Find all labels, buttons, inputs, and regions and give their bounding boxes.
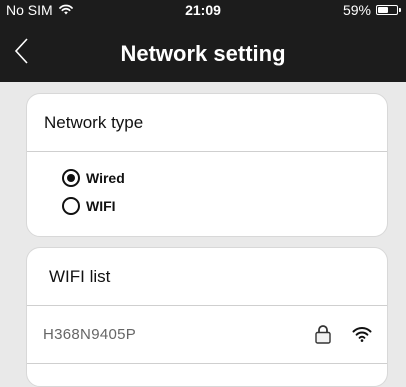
wifi-network-row[interactable]: H368N9405P — [27, 306, 387, 364]
wifi-list-card: WIFI list H368N9405P — [26, 247, 388, 387]
wifi-signal-icon — [352, 326, 372, 347]
battery-percent: 59% — [342, 2, 371, 18]
radio-checked-icon[interactable] — [62, 169, 80, 187]
navigation-bar: Network setting — [0, 24, 406, 82]
wifi-list-header: WIFI list — [27, 248, 387, 306]
network-type-card: Network type Wired WIFI — [26, 93, 388, 237]
network-type-options: Wired WIFI — [27, 152, 387, 220]
page-title: Network setting — [120, 41, 286, 66]
status-bar: No SIM 21:09 59% — [0, 0, 406, 24]
radio-label-wifi: WIFI — [86, 198, 116, 214]
status-bar-right: 59% — [342, 2, 401, 18]
radio-label-wired: Wired — [86, 170, 125, 186]
radio-option-wired[interactable]: Wired — [62, 164, 387, 192]
battery-level-fill — [378, 7, 388, 13]
radio-option-wifi[interactable]: WIFI — [62, 192, 387, 220]
battery-icon — [376, 5, 401, 15]
network-type-header: Network type — [27, 94, 387, 152]
radio-unchecked-icon[interactable] — [62, 197, 80, 215]
lock-icon — [315, 324, 331, 349]
wifi-ssid: H368N9405P — [43, 326, 137, 343]
battery-cap — [399, 8, 401, 12]
